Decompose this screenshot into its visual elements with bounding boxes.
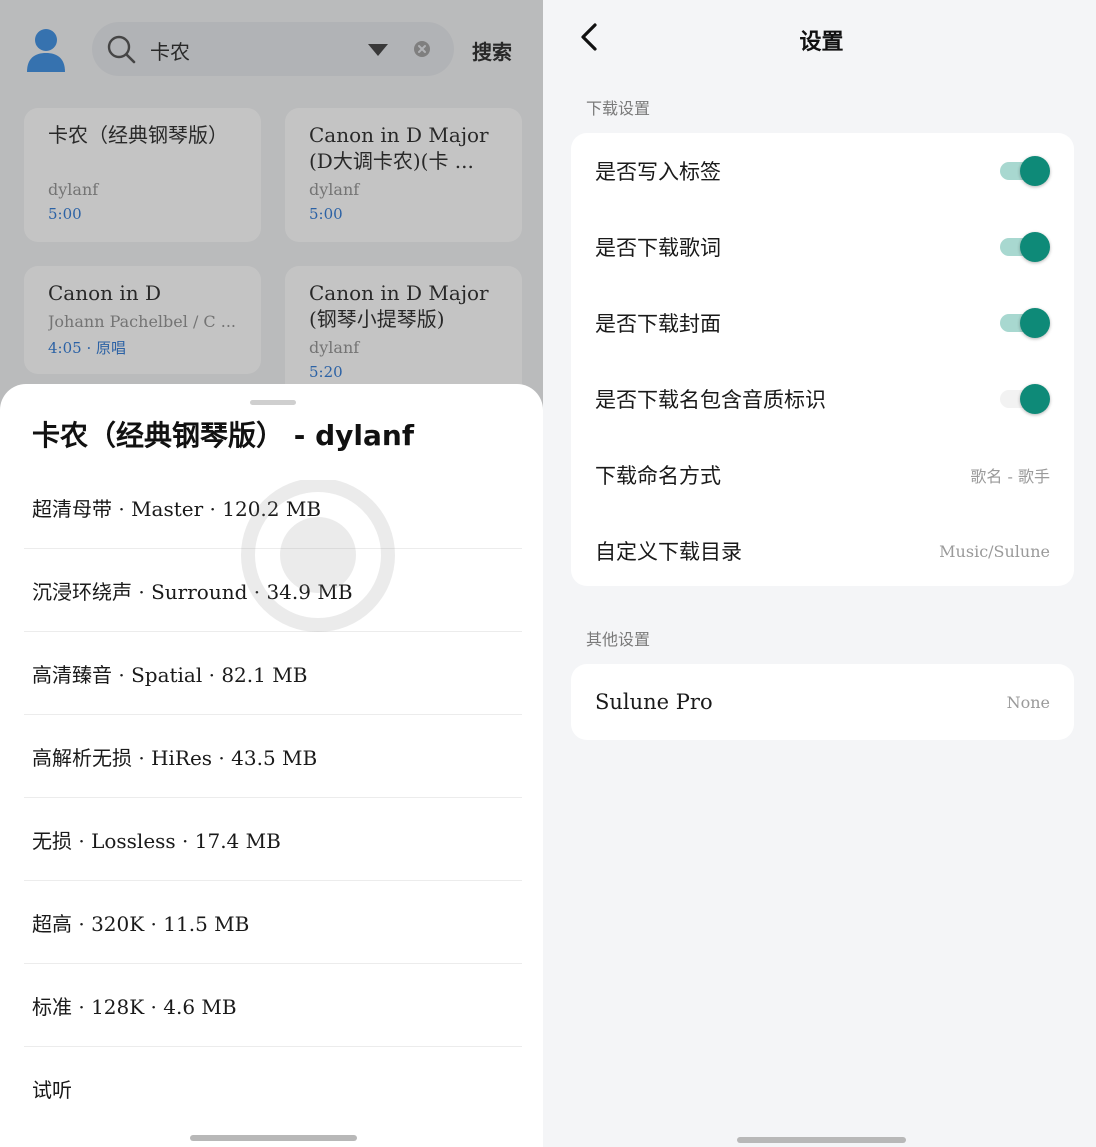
sheet-drag-handle[interactable] bbox=[250, 400, 296, 405]
quality-option[interactable]: 沉浸环绕声 · Surround · 34.9 MB bbox=[24, 549, 522, 632]
download-settings-group: 是否写入标签 是否下载歌词 是否下载封面 是否下载名包含音质标识 下载命名方式 … bbox=[571, 133, 1074, 586]
section-label-download: 下载设置 bbox=[586, 99, 651, 118]
setting-row-quality-tag[interactable]: 是否下载名包含音质标识 bbox=[571, 361, 1074, 437]
setting-label: 下载命名方式 bbox=[595, 464, 721, 488]
setting-row-sulune-pro[interactable]: Sulune Pro None bbox=[571, 664, 1074, 740]
setting-label: Sulune Pro bbox=[595, 690, 713, 714]
naming-value: 歌名 - 歌手 bbox=[970, 467, 1050, 486]
setting-row-write-tags[interactable]: 是否写入标签 bbox=[571, 133, 1074, 209]
search-screen: 卡农 搜索 卡农（经典钢琴版） dylanf 5:00 Canon in D M… bbox=[0, 0, 543, 1147]
quality-option[interactable]: 标准 · 128K · 4.6 MB bbox=[24, 964, 522, 1047]
quality-option[interactable]: 高解析无损 · HiRes · 43.5 MB bbox=[24, 715, 522, 798]
sheet-title: 卡农（经典钢琴版） - dylanf bbox=[32, 419, 415, 452]
download-dir-value: Music/Sulune bbox=[939, 541, 1050, 561]
setting-label: 是否下载封面 bbox=[595, 312, 721, 336]
quality-list: 超清母带 · Master · 120.2 MB 沉浸环绕声 · Surroun… bbox=[24, 466, 522, 1130]
quality-option[interactable]: 高清臻音 · Spatial · 82.1 MB bbox=[24, 632, 522, 715]
download-cover-toggle[interactable] bbox=[1000, 308, 1050, 338]
setting-label: 是否下载名包含音质标识 bbox=[595, 388, 826, 412]
quality-tag-toggle[interactable] bbox=[1000, 384, 1050, 414]
settings-screen: 设置 下载设置 是否写入标签 是否下载歌词 是否下载封面 是否下载名包含音质标识… bbox=[547, 0, 1096, 1147]
quality-bottom-sheet: 卡农（经典钢琴版） - dylanf 超清母带 · Master · 120.2… bbox=[0, 384, 543, 1147]
setting-row-download-dir[interactable]: 自定义下载目录 Music/Sulune bbox=[571, 513, 1074, 589]
setting-label: 是否写入标签 bbox=[595, 160, 721, 184]
setting-label: 自定义下载目录 bbox=[595, 540, 742, 564]
setting-row-naming[interactable]: 下载命名方式 歌名 - 歌手 bbox=[571, 437, 1074, 513]
page-title: 设置 bbox=[799, 30, 844, 55]
write-tags-toggle[interactable] bbox=[1000, 156, 1050, 186]
sulune-pro-value: None bbox=[1006, 692, 1050, 712]
other-settings-group: Sulune Pro None bbox=[571, 664, 1074, 740]
home-indicator[interactable] bbox=[190, 1135, 357, 1141]
quality-option[interactable]: 试听 bbox=[24, 1047, 522, 1130]
quality-option[interactable]: 超清母带 · Master · 120.2 MB bbox=[24, 466, 522, 549]
home-indicator[interactable] bbox=[737, 1137, 906, 1143]
download-lyrics-toggle[interactable] bbox=[1000, 232, 1050, 262]
setting-row-download-lyrics[interactable]: 是否下载歌词 bbox=[571, 209, 1074, 285]
setting-label: 是否下载歌词 bbox=[595, 236, 721, 260]
quality-option[interactable]: 超高 · 320K · 11.5 MB bbox=[24, 881, 522, 964]
setting-row-download-cover[interactable]: 是否下载封面 bbox=[571, 285, 1074, 361]
section-label-other: 其他设置 bbox=[586, 630, 651, 649]
quality-option[interactable]: 无损 · Lossless · 17.4 MB bbox=[24, 798, 522, 881]
